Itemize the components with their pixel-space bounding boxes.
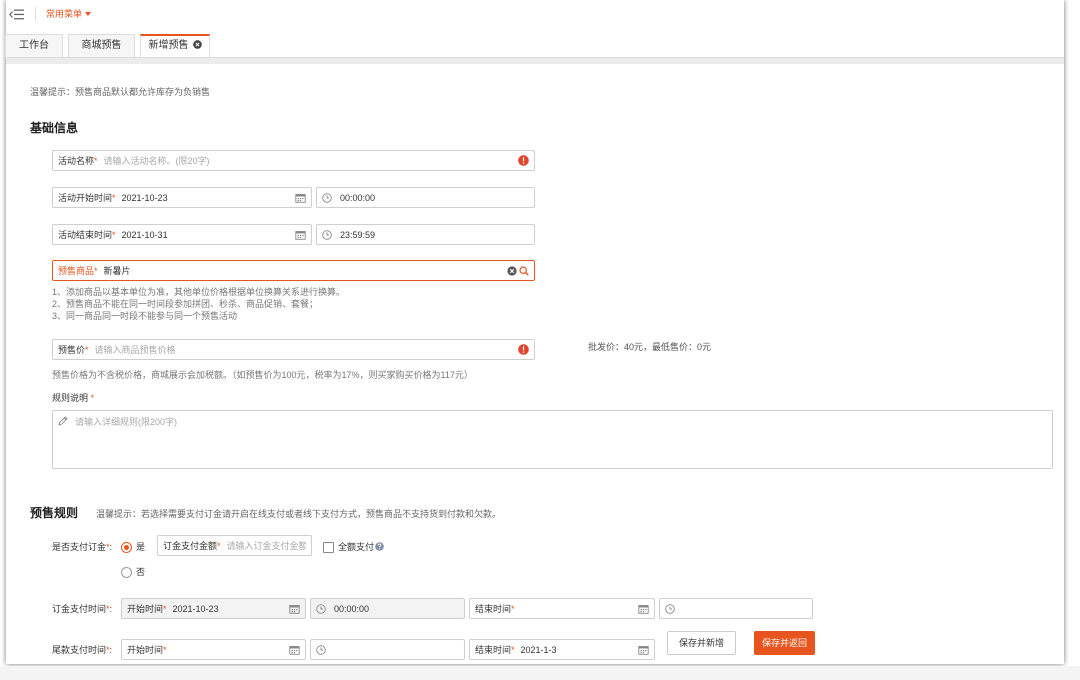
end-date-label: 活动结束时间* [58, 230, 116, 240]
end-time-field[interactable] [316, 224, 535, 245]
app-window [6, 0, 1064, 664]
calendar-icon[interactable] [638, 604, 649, 614]
content-separator [6, 58, 1064, 64]
deposit-end-label: 结束时间* [475, 604, 515, 614]
balance-start-date-input[interactable] [172, 641, 289, 658]
bottom-shade [0, 666, 1080, 680]
search-icon[interactable] [519, 265, 529, 276]
presale-product-label: 预售商品* [58, 266, 98, 276]
rules-textarea-box[interactable] [52, 410, 1053, 469]
topbar-divider [35, 7, 36, 21]
deposit-time-label: 订金支付时间* [52, 603, 112, 615]
product-note-2: 2、预售商品不能在同一时间段参加拼团、秒杀、商品促销、套餐； [52, 299, 319, 309]
presale-rules-title: 预售规则 [30, 506, 79, 520]
deposit-end-time-input[interactable] [683, 600, 807, 617]
activity-name-label: 活动名称* [58, 156, 98, 166]
activity-name-input[interactable] [103, 152, 518, 169]
rules-textarea[interactable] [75, 415, 1045, 463]
clock-icon [322, 192, 332, 203]
common-menu-label: 常用菜单 [46, 9, 83, 19]
price-note: 预售价格为不含税价格，商城展示会加税额。（如预售价为100元，税率为17%，则买… [52, 370, 473, 380]
presale-price-label: 预售价* [58, 345, 89, 355]
deposit-yes-radio[interactable] [121, 542, 132, 553]
deposit-amount-input[interactable] [226, 537, 306, 554]
deposit-yes-label: 是 [136, 542, 146, 552]
product-note-1: 1、添加商品以基本单位为准，其他单位价格根据单位换算关系进行换算。 [52, 287, 346, 297]
presale-price-input[interactable] [94, 341, 518, 358]
tab-label: 新增预售 [148, 40, 189, 51]
deposit-start-date-input[interactable] [172, 600, 289, 617]
pencil-icon [58, 416, 68, 426]
end-time-input[interactable] [340, 226, 529, 243]
deposit-required-label: 是否支付订金* [52, 541, 112, 553]
presale-product-field[interactable]: 预售商品* [52, 260, 535, 281]
clock-icon [316, 644, 326, 655]
save-and-return-button[interactable]: 保存并返回 [754, 631, 815, 655]
tab-mall-presale[interactable]: 商城预售 [68, 34, 135, 57]
start-time-input[interactable] [340, 189, 529, 206]
caret-down-icon [85, 12, 92, 16]
start-date-input[interactable] [121, 189, 295, 206]
end-date-field[interactable]: 活动结束时间* [52, 224, 312, 245]
calendar-icon[interactable] [289, 645, 300, 655]
deposit-start-label: 开始时间* [127, 604, 167, 614]
error-icon [518, 155, 529, 166]
presale-rules-tip: 温馨提示：若选择需要支付订金请开启在线支付或者线下支付方式，预售商品不支持货到付… [96, 509, 502, 519]
calendar-icon[interactable] [638, 645, 649, 655]
presale-product-input[interactable] [103, 262, 507, 279]
deposit-no-radio[interactable] [121, 567, 132, 578]
help-icon[interactable] [375, 542, 384, 551]
end-date-input[interactable] [121, 226, 295, 243]
deposit-start-date-field[interactable]: 开始时间* [121, 598, 306, 619]
clear-icon[interactable] [507, 265, 517, 276]
menu-collapse-icon[interactable] [9, 8, 25, 21]
activity-name-field[interactable]: 活动名称* [52, 150, 535, 171]
balance-end-label: 结束时间* [475, 645, 515, 655]
balance-start-label: 开始时间* [127, 645, 167, 655]
clock-icon [316, 603, 326, 614]
balance-start-time-input[interactable] [334, 641, 459, 658]
start-time-field[interactable] [316, 187, 535, 208]
full-payment-checkbox[interactable] [323, 542, 334, 553]
deposit-end-date-field[interactable]: 结束时间* [469, 598, 655, 619]
tab-new-presale[interactable]: 新增预售 [140, 34, 210, 57]
balance-end-date-input[interactable] [520, 641, 638, 658]
clock-icon [322, 229, 332, 240]
calendar-icon[interactable] [295, 193, 306, 203]
balance-time-label: 尾款支付时间* [52, 644, 112, 656]
tab-workbench[interactable]: 工作台 [5, 34, 63, 57]
save-and-new-button[interactable]: 保存并新增 [667, 631, 736, 655]
balance-start-date-field[interactable]: 开始时间* [121, 639, 306, 660]
error-icon [518, 344, 529, 355]
calendar-icon[interactable] [295, 230, 306, 240]
rules-label: 规则说明 * [52, 393, 95, 403]
price-info: 批发价：40元，最低售价：0元 [588, 342, 712, 352]
tab-label: 工作台 [19, 40, 49, 51]
calendar-icon[interactable] [289, 604, 300, 614]
start-date-label: 活动开始时间* [58, 193, 116, 203]
deposit-amount-label: 订金支付金额* [163, 541, 221, 551]
close-icon[interactable] [192, 40, 202, 49]
full-payment-label: 全额支付 [338, 542, 375, 552]
presale-price-field[interactable]: 预售价* [52, 339, 535, 360]
basic-info-title: 基础信息 [30, 121, 79, 135]
clock-icon [665, 603, 675, 614]
tab-label: 商城预售 [81, 40, 122, 51]
deposit-no-label: 否 [136, 567, 146, 577]
start-date-field[interactable]: 活动开始时间* [52, 187, 312, 208]
balance-end-date-field[interactable]: 结束时间* [469, 639, 655, 660]
inventory-tip: 温馨提示：预售商品默认都允许库存为负销售 [30, 87, 211, 97]
deposit-end-time-field[interactable] [659, 598, 813, 619]
deposit-end-date-input[interactable] [520, 600, 638, 617]
deposit-amount-field[interactable]: 订金支付金额* [157, 535, 312, 556]
deposit-start-time-input[interactable] [334, 600, 459, 617]
balance-start-time-field[interactable] [310, 639, 465, 660]
common-menu-dropdown[interactable]: 常用菜单 [46, 8, 92, 21]
deposit-start-time-field[interactable] [310, 598, 465, 619]
product-note-3: 3、同一商品同一时段不能参与同一个预售活动 [52, 311, 238, 321]
